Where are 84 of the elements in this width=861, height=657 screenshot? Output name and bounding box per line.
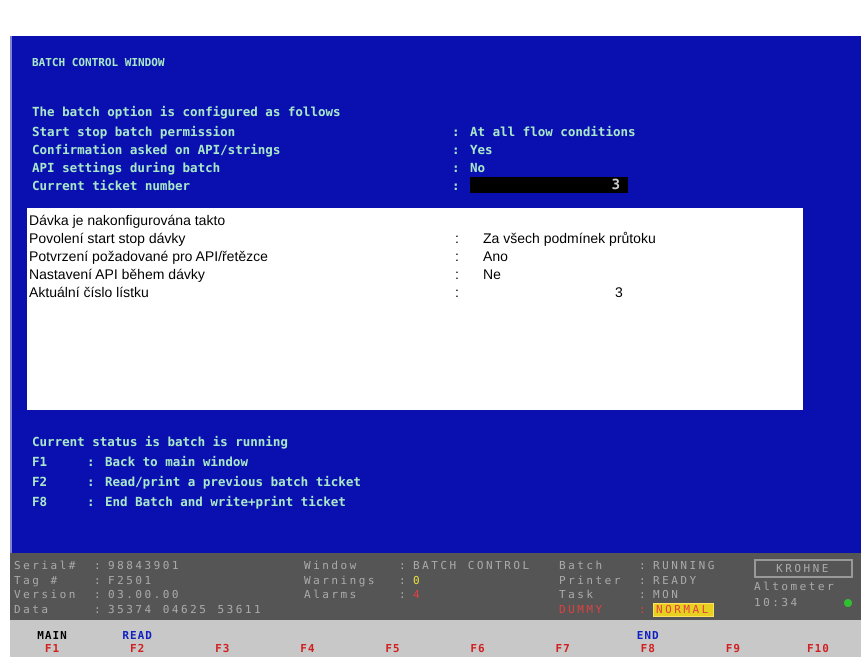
separator: : (639, 574, 650, 588)
mode-badge: NORMAL (653, 602, 714, 617)
translation-label: Povolení start stop dávky (29, 229, 186, 247)
separator: : (94, 588, 104, 602)
status-value: BATCH CONTROL (413, 559, 532, 574)
setting-label: API settings during batch (32, 160, 222, 174)
function-key[interactable]: F5 (350, 620, 436, 657)
key-name: F8 (32, 494, 48, 511)
function-key[interactable]: F7 (520, 620, 606, 657)
status-label: Batch (559, 559, 606, 574)
ticket-number-field: 3 (470, 177, 628, 193)
separator: : (87, 474, 96, 491)
brand-label: KROHNE (754, 559, 853, 578)
separator: : (455, 229, 460, 247)
function-key[interactable]: F6 (435, 620, 521, 657)
setting-label: Start stop batch permission (32, 124, 236, 138)
status-label: Window (304, 559, 360, 574)
separator: : (94, 574, 104, 588)
translation-value: 3 (615, 283, 623, 301)
status-value: 0 (413, 574, 422, 588)
status-value: READY (653, 574, 699, 588)
status-label: Task (559, 588, 596, 602)
separator: : (455, 265, 460, 283)
status-value: RUNNING (653, 559, 717, 574)
status-label: DUMMY (559, 602, 606, 617)
separator: : (455, 283, 460, 301)
function-key[interactable]: END F8 (606, 620, 691, 657)
separator: : (87, 454, 96, 471)
status-label: Version (14, 588, 79, 602)
status-label: Alarms (304, 588, 360, 602)
status-value: 35374 04625 53611 (108, 602, 264, 617)
status-value: 98843901 (108, 559, 181, 574)
setting-label: Current ticket number (32, 178, 192, 192)
status-label: Printer (559, 574, 624, 588)
status-label: Tag # (14, 574, 61, 588)
key-description: End Batch and write+print ticket (105, 494, 346, 511)
translation-label: Nastavení API během dávky (29, 265, 206, 283)
status-value: 03.00.00 (108, 588, 181, 602)
separator: : (452, 160, 461, 174)
separator: : (639, 602, 650, 617)
clock-time: 10:34 (754, 596, 801, 609)
separator: : (87, 494, 96, 511)
status-text: Current status is batch is running (32, 434, 289, 451)
translation-value: Za všech podmínek průtoku (483, 229, 656, 247)
function-key[interactable]: F10 (776, 620, 861, 657)
function-key[interactable]: READ F2 (95, 620, 180, 657)
window-title: BATCH CONTROL WINDOW (32, 56, 166, 71)
config-intro: The batch option is configured as follows (32, 104, 342, 121)
setting-value: At all flow conditions (470, 124, 636, 138)
status-value: MON (653, 588, 680, 602)
product-name: Altometer (754, 580, 838, 593)
separator: : (94, 559, 104, 574)
key-name: F2 (32, 474, 48, 491)
separator: : (455, 247, 460, 265)
function-key[interactable]: F4 (265, 620, 350, 657)
separator: : (94, 602, 104, 617)
separator: : (399, 588, 410, 602)
key-description: Back to main window (105, 454, 248, 471)
status-value: 4 (413, 588, 422, 602)
function-key[interactable]: F9 (690, 620, 776, 657)
setting-value: Yes (470, 142, 493, 156)
key-name: F1 (32, 454, 48, 471)
translation-label: Potvrzení požadované pro API/řetězce (29, 247, 269, 265)
setting-value: No (470, 160, 486, 174)
separator: : (399, 574, 410, 588)
separator: : (452, 124, 461, 138)
function-key[interactable]: MAIN F1 (10, 620, 96, 657)
separator: : (639, 559, 650, 574)
separator: : (452, 142, 461, 156)
function-key[interactable]: F3 (180, 620, 266, 657)
separator: : (399, 559, 410, 574)
status-label: Data (14, 602, 52, 617)
status-led-icon (844, 598, 852, 606)
separator: : (452, 178, 461, 192)
translation-value: Ano (483, 247, 508, 265)
status-label: Warnings (304, 574, 378, 588)
translation-intro: Dávka je nakonfigurována takto (29, 211, 226, 229)
separator: : (639, 588, 650, 602)
status-label: Serial# (14, 559, 79, 574)
status-value: F2501 (108, 574, 154, 588)
setting-label: Confirmation asked on API/strings (32, 142, 282, 156)
translation-value: Ne (483, 265, 501, 283)
key-description: Read/print a previous batch ticket (105, 474, 361, 491)
translation-label: Aktuální číslo lístku (29, 283, 150, 301)
